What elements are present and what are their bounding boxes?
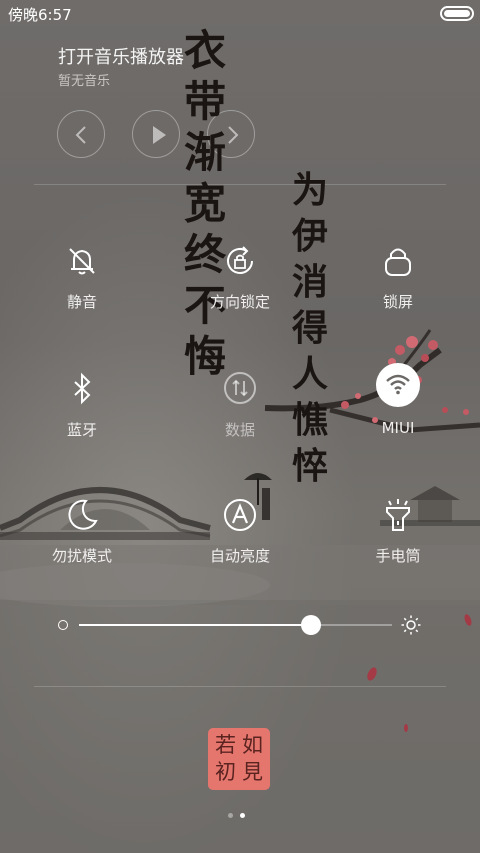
wifi-icon — [386, 374, 410, 395]
play-button[interactable] — [132, 110, 180, 158]
toggle-mobile-data-label: 数据 — [224, 421, 255, 439]
toggle-rotation-lock-label: 方向锁定 — [209, 293, 270, 311]
music-player-subtitle: 暂无音乐 — [58, 74, 111, 89]
toggle-lock-screen[interactable]: 锁屏 — [338, 243, 458, 333]
page-dot — [240, 813, 245, 818]
brightness-low-icon — [58, 620, 68, 630]
battery-icon — [440, 6, 474, 21]
bell-muted-icon — [69, 248, 95, 275]
toggle-flashlight-label: 手电筒 — [375, 547, 421, 565]
bluetooth-icon — [74, 372, 91, 405]
rotation-lock-icon — [227, 246, 253, 274]
toggle-lock-screen-label: 锁屏 — [382, 293, 413, 311]
page-indicator — [228, 812, 252, 820]
calligraphy-column-1: 衣 带 渐 宽 终 不 悔 — [184, 26, 227, 381]
toggle-auto-brightness[interactable]: 自动亮度 — [180, 497, 300, 587]
wifi-toggle-active — [376, 363, 420, 407]
mobile-data-icon — [224, 372, 256, 404]
toggle-do-not-disturb[interactable]: 勿扰模式 — [22, 497, 142, 587]
section-divider-bottom — [34, 686, 446, 687]
status-time: 傍晚6:57 — [8, 6, 72, 24]
brightness-high-icon — [401, 615, 421, 635]
flashlight-icon — [386, 499, 410, 531]
brightness-fill — [79, 624, 311, 626]
section-divider — [34, 184, 446, 185]
toggle-bluetooth[interactable]: 蓝牙 — [22, 371, 142, 461]
page-dot — [228, 813, 233, 818]
music-player-title[interactable]: 打开音乐播放器 — [58, 43, 184, 69]
lock-icon — [385, 248, 411, 276]
toggle-mobile-data[interactable]: 数据 — [180, 371, 300, 461]
toggle-bluetooth-label: 蓝牙 — [66, 421, 97, 439]
toggle-rotation-lock[interactable]: 方向锁定 — [180, 243, 300, 333]
toggle-wifi-label: MIUI — [381, 419, 415, 437]
brightness-thumb[interactable] — [301, 615, 321, 635]
brightness-slider[interactable] — [55, 612, 430, 638]
previous-button[interactable] — [57, 110, 105, 158]
toggle-flashlight[interactable]: 手电筒 — [338, 497, 458, 587]
toggle-wifi[interactable]: MIUI — [338, 363, 458, 461]
play-icon — [153, 126, 166, 144]
previous-icon — [75, 126, 86, 144]
seal-stamp: 若 如 初 見 — [208, 728, 270, 790]
brightness-track[interactable] — [79, 615, 392, 635]
toggle-auto-brightness-label: 自动亮度 — [209, 547, 270, 565]
status-bar: 傍晚6:57 — [0, 0, 480, 26]
auto-brightness-icon — [224, 499, 256, 531]
toggle-do-not-disturb-label: 勿扰模式 — [51, 547, 112, 565]
toggle-mute-label: 静音 — [66, 293, 97, 311]
toggle-mute[interactable]: 静音 — [22, 243, 142, 333]
moon-icon — [68, 499, 98, 530]
